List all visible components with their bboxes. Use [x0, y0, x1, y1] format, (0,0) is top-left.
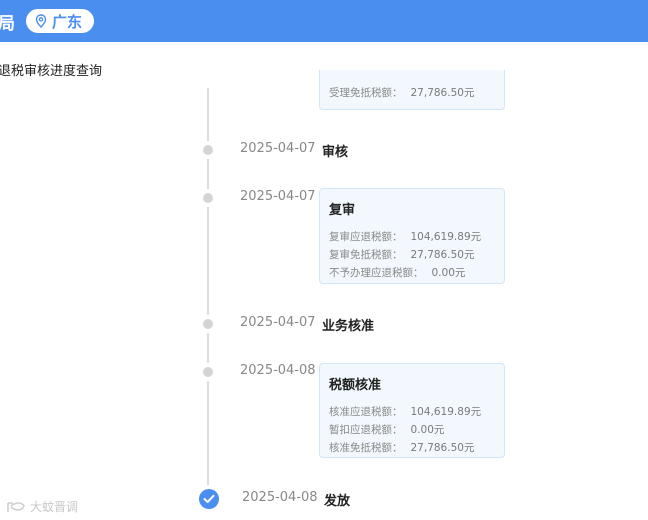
- region-selector[interactable]: 广东: [26, 9, 95, 33]
- step-title-disbursement: 发放: [324, 494, 351, 509]
- card-row: 复审应退税额： 104,619.89元: [329, 231, 482, 243]
- card-title: 税额核准: [329, 378, 382, 393]
- step-title-review: 审核: [322, 145, 349, 160]
- step-date: 2025-04-08: [240, 363, 316, 378]
- card-row: 复审免抵税额： 27,786.50元: [329, 249, 475, 261]
- timeline-dot: [203, 145, 213, 155]
- watermark-logo-icon: [7, 501, 25, 512]
- card-row: 不予办理应退税额： 0.00元: [329, 267, 466, 279]
- refund-detail-card-partial: 受理免抵税额： 27,786.50元: [319, 70, 505, 110]
- app-header: 局 广东: [0, 0, 648, 42]
- card-row: 受理免抵税额： 27,786.50元: [329, 87, 475, 99]
- completed-check-icon: [199, 489, 219, 509]
- step-date: 2025-04-07: [240, 141, 316, 156]
- location-pin-icon: [35, 14, 47, 28]
- card-row: 核准免抵税额： 27,786.50元: [329, 442, 475, 454]
- region-label: 广东: [52, 12, 83, 31]
- timeline-dot: [203, 367, 213, 377]
- header-title: 局: [0, 14, 16, 34]
- card-title: 复审: [329, 203, 356, 218]
- step-date: 2025-04-07: [240, 315, 316, 330]
- card-row: 核准应退税额： 104,619.89元: [329, 406, 482, 418]
- step-date: 2025-04-07: [240, 189, 316, 204]
- step-title-business-approval: 业务核准: [322, 319, 375, 334]
- checkmark-icon: [203, 494, 215, 503]
- timeline-dot: [203, 319, 213, 329]
- card-row: 暂扣应退税额： 0.00元: [329, 424, 445, 436]
- page-subtitle: 退税审核进度查询: [0, 64, 103, 79]
- timeline-dot: [203, 193, 213, 203]
- watermark: 大蚊晋调: [6, 498, 78, 515]
- tax-approval-detail-card: 税额核准 核准应退税额： 104,619.89元 暂扣应退税额： 0.00元 核准免…: [319, 363, 505, 458]
- recheck-detail-card: 复审 复审应退税额： 104,619.89元 复审免抵税额： 27,786.50元 …: [319, 188, 505, 284]
- step-date: 2025-04-08: [242, 490, 318, 505]
